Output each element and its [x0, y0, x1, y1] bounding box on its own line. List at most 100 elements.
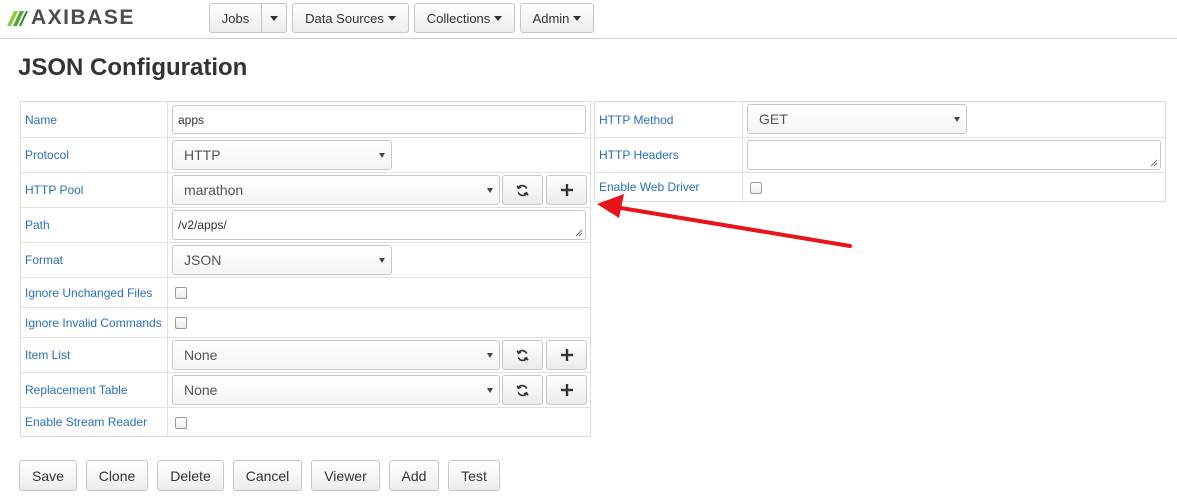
refresh-icon: [516, 184, 529, 196]
path-value: /v2/apps/: [178, 218, 227, 232]
right-config-table: HTTP Method GET HTTP Headers Enable Web …: [594, 101, 1166, 202]
delete-button[interactable]: Delete: [157, 460, 224, 491]
row-http-headers: HTTP Headers: [595, 137, 1165, 172]
name-label: Name: [21, 102, 168, 137]
left-config-table: Name apps Protocol HTTP HTTP Pool marath…: [20, 101, 591, 437]
clone-label: Clone: [98, 467, 136, 484]
chevron-down-icon: [573, 15, 582, 21]
nav-data-sources-button[interactable]: Data Sources: [292, 3, 409, 33]
item-list-add-button[interactable]: [546, 340, 587, 370]
plus-icon: [560, 184, 573, 196]
chevron-down-icon: [379, 153, 385, 158]
http-headers-label: HTTP Headers: [595, 138, 743, 172]
chevron-down-icon: [487, 188, 493, 193]
axibase-logo-icon: [7, 11, 28, 26]
chevron-down-icon: [487, 388, 493, 393]
nav-admin-label: Admin: [532, 10, 570, 26]
row-format: Format JSON: [21, 242, 590, 277]
resize-grip-icon[interactable]: [1150, 159, 1158, 167]
http-method-label: HTTP Method: [595, 102, 743, 137]
http-pool-value: marathon: [184, 182, 244, 198]
enable-stream-reader-label: Enable Stream Reader: [21, 408, 168, 436]
format-value: JSON: [184, 252, 222, 268]
add-button[interactable]: Add: [389, 460, 439, 491]
refresh-icon: [516, 349, 529, 361]
nav-admin-button[interactable]: Admin: [520, 3, 594, 33]
chevron-down-icon: [387, 15, 396, 21]
protocol-label: Protocol: [21, 138, 168, 172]
replacement-table-refresh-button[interactable]: [502, 375, 543, 405]
name-input[interactable]: apps: [172, 105, 586, 134]
top-navbar: AXIBASE Jobs Data Sources Collections Ad…: [0, 0, 1177, 39]
nav-data-sources-label: Data Sources: [305, 10, 384, 26]
http-method-select[interactable]: GET: [747, 104, 967, 134]
add-label: Add: [401, 467, 427, 484]
protocol-value: HTTP: [184, 147, 221, 163]
nav-jobs-dropdown-toggle[interactable]: [261, 3, 287, 33]
replacement-table-select[interactable]: None: [172, 375, 500, 405]
ignore-unchanged-checkbox[interactable]: [175, 287, 187, 299]
row-ignore-unchanged: Ignore Unchanged Files: [21, 277, 590, 307]
http-pool-label: HTTP Pool: [21, 173, 168, 207]
chevron-down-icon: [487, 353, 493, 358]
save-button[interactable]: Save: [19, 460, 77, 491]
clone-button[interactable]: Clone: [86, 460, 148, 491]
path-label: Path: [21, 208, 168, 242]
save-label: Save: [32, 467, 64, 484]
row-item-list: Item List None: [21, 337, 590, 372]
ignore-invalid-checkbox[interactable]: [175, 317, 187, 329]
row-path: Path /v2/apps/: [21, 207, 590, 242]
format-select[interactable]: JSON: [172, 245, 392, 275]
format-label: Format: [21, 243, 168, 277]
viewer-button[interactable]: Viewer: [311, 460, 380, 491]
viewer-label: Viewer: [324, 467, 367, 484]
item-list-label: Item List: [21, 338, 168, 372]
http-pool-add-button[interactable]: [546, 175, 587, 205]
test-button[interactable]: Test: [448, 460, 500, 491]
nav-jobs-label: Jobs: [221, 10, 250, 26]
nav-jobs-button[interactable]: Jobs: [209, 3, 262, 33]
row-enable-stream-reader: Enable Stream Reader: [21, 407, 590, 436]
page-title: JSON Configuration: [18, 54, 248, 81]
cancel-button[interactable]: Cancel: [233, 460, 302, 491]
chevron-down-icon: [494, 15, 503, 21]
nav-collections-button[interactable]: Collections: [414, 3, 515, 33]
row-ignore-invalid: Ignore Invalid Commands: [21, 307, 590, 337]
row-name: Name apps: [21, 102, 590, 137]
resize-grip-icon[interactable]: [575, 229, 583, 237]
replacement-table-value: None: [184, 382, 218, 398]
row-protocol: Protocol HTTP: [21, 137, 590, 172]
cancel-label: Cancel: [245, 467, 290, 484]
chevron-down-icon: [954, 117, 960, 122]
item-list-select[interactable]: None: [172, 340, 500, 370]
item-list-refresh-button[interactable]: [502, 340, 543, 370]
brand-logo[interactable]: AXIBASE: [5, 6, 135, 29]
chevron-down-icon: [270, 15, 278, 21]
item-list-value: None: [184, 347, 218, 363]
enable-stream-reader-checkbox[interactable]: [175, 417, 187, 429]
delete-label: Delete: [170, 467, 211, 484]
chevron-down-icon: [379, 258, 385, 263]
row-enable-web-driver: Enable Web Driver: [595, 172, 1165, 201]
http-pool-refresh-button[interactable]: [502, 175, 543, 205]
ignore-invalid-label: Ignore Invalid Commands: [21, 308, 168, 337]
http-pool-select[interactable]: marathon: [172, 175, 500, 205]
replacement-table-add-button[interactable]: [546, 375, 587, 405]
replacement-table-label: Replacement Table: [21, 373, 168, 407]
test-label: Test: [461, 467, 487, 484]
path-textarea[interactable]: /v2/apps/: [172, 210, 586, 240]
row-replacement-table: Replacement Table None: [21, 372, 590, 407]
enable-web-driver-label: Enable Web Driver: [595, 173, 743, 201]
plus-icon: [560, 384, 573, 396]
refresh-icon: [516, 384, 529, 396]
nav-collections-label: Collections: [426, 10, 491, 26]
enable-web-driver-checkbox[interactable]: [750, 182, 762, 194]
protocol-select[interactable]: HTTP: [172, 140, 392, 170]
row-http-method: HTTP Method GET: [595, 102, 1165, 137]
ignore-unchanged-label: Ignore Unchanged Files: [21, 278, 168, 307]
brand-name: AXIBASE: [31, 6, 135, 29]
http-method-value: GET: [759, 111, 788, 127]
plus-icon: [560, 349, 573, 361]
http-headers-textarea[interactable]: [747, 140, 1161, 170]
name-value: apps: [178, 112, 205, 127]
